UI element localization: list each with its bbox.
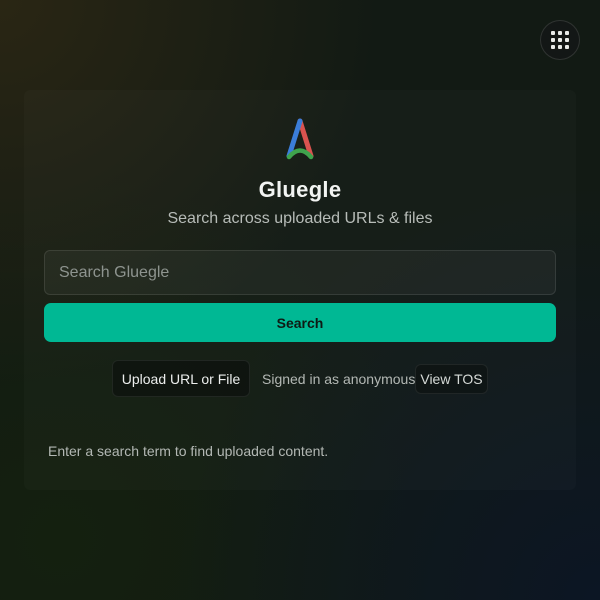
search-input[interactable] [44,250,556,295]
upload-url-or-file-button[interactable]: Upload URL or File [112,360,250,397]
signed-in-status: Signed in as anonymous [262,371,416,387]
grid-apps-icon [551,31,569,49]
search-hint: Enter a search term to find uploaded con… [48,443,329,459]
page-subtitle: Search across uploaded URLs & files [167,210,433,227]
page-title: Gluegle [258,177,342,202]
apps-button[interactable] [540,20,580,60]
view-tos-button[interactable]: View TOS [415,364,488,394]
search-button[interactable]: Search [44,303,556,342]
gluegle-a-logo-icon [286,118,314,160]
